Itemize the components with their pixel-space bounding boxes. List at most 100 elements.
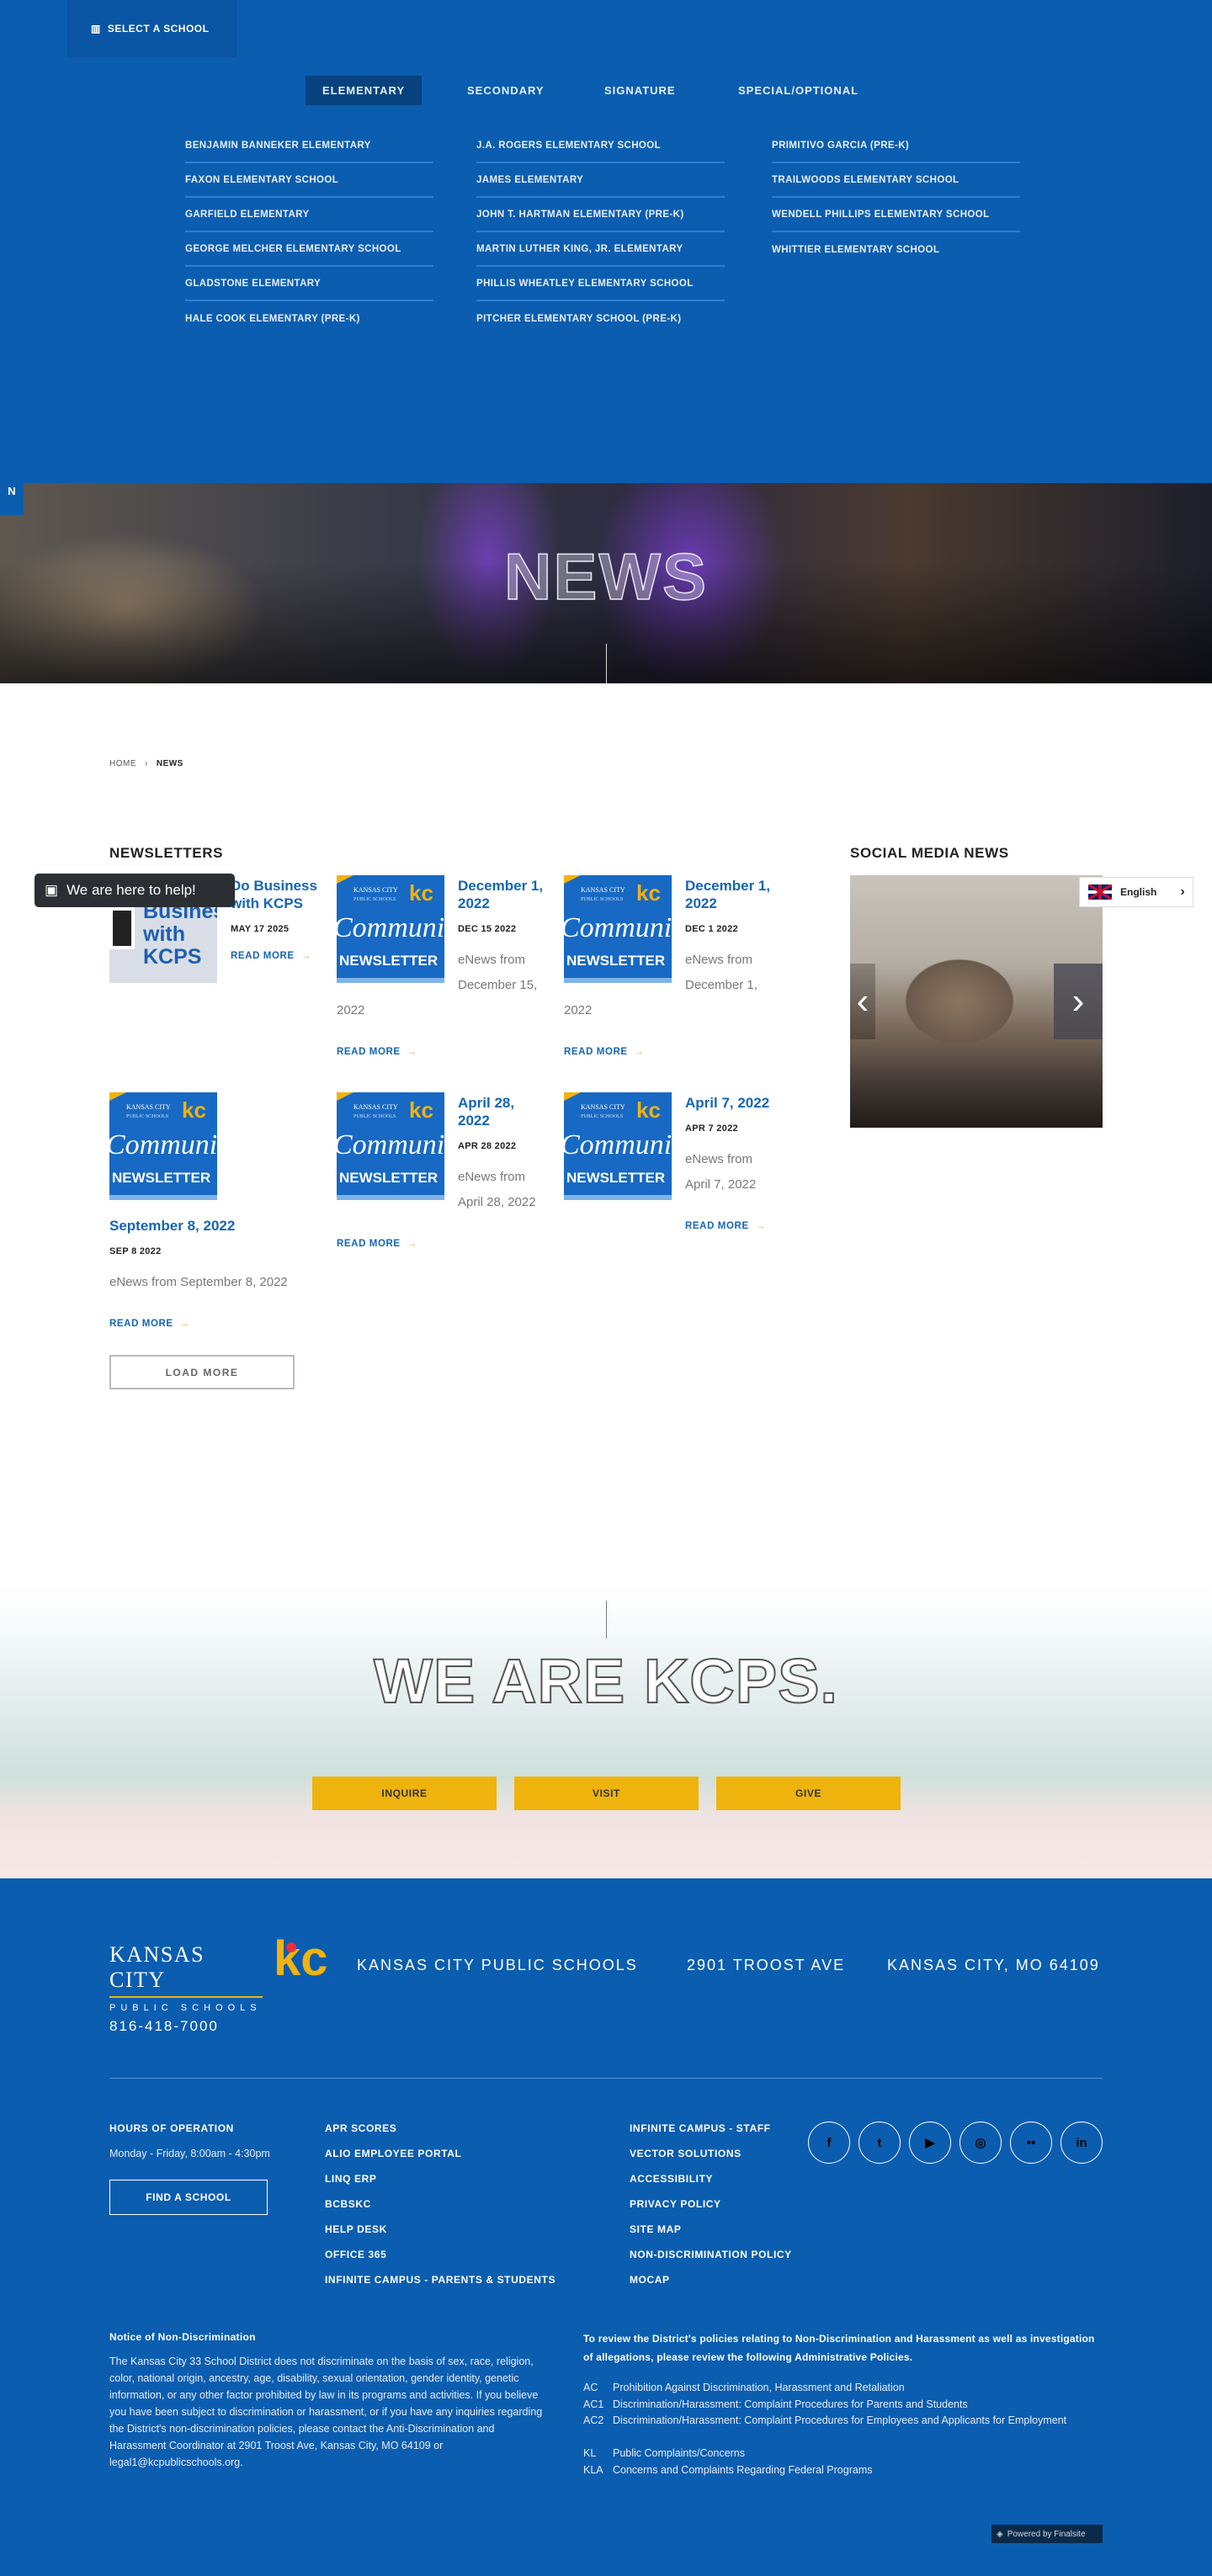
- newsletter-thumbnail[interactable]: KANSAS CITYPUBLIC SCHOOLSkcCommunityNEWS…: [337, 1092, 444, 1200]
- policy-item[interactable]: KL Public Complaints/Concerns: [583, 2446, 1105, 2462]
- footer-link[interactable]: INFINITE CAMPUS - PARENTS & STUDENTS: [325, 2274, 556, 2286]
- read-more-link[interactable]: READ MORE →: [109, 1319, 190, 1329]
- policy-item[interactable]: KLA Concerns and Complaints Regarding Fed…: [583, 2462, 1105, 2479]
- divider-line: [606, 644, 607, 683]
- breadcrumb: HOME › NEWS: [109, 759, 183, 768]
- newsletter-thumbnail[interactable]: KANSAS CITYPUBLIC SCHOOLSkcCommunityNEWS…: [564, 875, 672, 983]
- school-link[interactable]: BENJAMIN BANNEKER ELEMENTARY: [185, 129, 433, 163]
- tab-secondary[interactable]: SECONDARY: [450, 76, 561, 105]
- notice-text: The Kansas City 33 School District does …: [109, 2356, 543, 2468]
- policy-item[interactable]: AC2 Discrimination/Harassment: Complaint …: [583, 2413, 1105, 2430]
- youtube-icon[interactable]: ▶: [909, 2122, 951, 2164]
- tab-elementary[interactable]: ELEMENTARY: [306, 76, 423, 105]
- find-school-button[interactable]: FIND A SCHOOL: [109, 2180, 268, 2215]
- instagram-icon[interactable]: ◎: [960, 2122, 1002, 2164]
- footer-link[interactable]: INFINITE CAMPUS - STAFF: [630, 2122, 771, 2134]
- twitter-icon[interactable]: t: [858, 2122, 901, 2164]
- kcps-logo[interactable]: KANSAS CITY PUBLIC SCHOOLS kc: [109, 1927, 328, 2013]
- school-link[interactable]: GLADSTONE ELEMENTARY: [185, 267, 433, 301]
- read-more-link[interactable]: READ MORE →: [231, 951, 311, 961]
- arrow-right-icon: →: [634, 1047, 645, 1057]
- newsletter-thumbnail[interactable]: KANSAS CITYPUBLIC SCHOOLSkcCommunityNEWS…: [337, 875, 444, 983]
- footer-link[interactable]: NON-DISCRIMINATION POLICY: [630, 2249, 792, 2260]
- finalsite-icon: ◈: [997, 2529, 1003, 2539]
- newsletter-thumbnail[interactable]: KANSAS CITYPUBLIC SCHOOLSkcCommunityNEWS…: [109, 1092, 217, 1200]
- footer-link[interactable]: HELP DESK: [325, 2223, 387, 2235]
- arrow-right-icon: →: [407, 1239, 417, 1249]
- arrow-right-icon: →: [755, 1221, 766, 1231]
- footer-link[interactable]: LINQ ERP: [325, 2173, 376, 2185]
- side-tab[interactable]: N: [0, 483, 24, 515]
- footer-link[interactable]: SITE MAP: [630, 2223, 681, 2235]
- flickr-icon[interactable]: ••: [1010, 2122, 1052, 2164]
- breadcrumb-home[interactable]: HOME: [109, 759, 136, 768]
- we-are-kcps-title: WE ARE KCPS.: [373, 1645, 838, 1717]
- building-graphic-icon: [109, 907, 135, 949]
- building-icon: ▥: [91, 23, 101, 35]
- school-link[interactable]: FAXON ELEMENTARY SCHOOL: [185, 163, 433, 198]
- school-link[interactable]: WHITTIER ELEMENTARY SCHOOL: [772, 232, 1020, 267]
- school-link[interactable]: TRAILWOODS ELEMENTARY SCHOOL: [772, 163, 1020, 198]
- arrow-right-icon: →: [179, 1319, 190, 1329]
- school-link[interactable]: PRIMITIVO GARCIA (PRE-K): [772, 129, 1020, 163]
- arrow-right-icon: →: [407, 1047, 417, 1057]
- footer-link[interactable]: ALIO EMPLOYEE PORTAL: [325, 2148, 461, 2159]
- newsletter-date: SEP 8 2022: [109, 1246, 162, 1256]
- tab-signature[interactable]: SIGNATURE: [587, 76, 693, 105]
- footer-link[interactable]: BCBSKC: [325, 2198, 371, 2210]
- tab-special-optional[interactable]: SPECIAL/OPTIONAL: [721, 76, 875, 105]
- footer-divider: [109, 2078, 1103, 2079]
- footer-link[interactable]: ACCESSIBILITY: [630, 2173, 713, 2185]
- kc-mark-icon: kc: [274, 1931, 328, 1986]
- newsletter-title[interactable]: September 8, 2022: [109, 1205, 320, 1235]
- chat-icon: ▣: [45, 882, 59, 898]
- carousel-next-button[interactable]: ›: [1054, 964, 1103, 1039]
- divider-line: [606, 1601, 607, 1639]
- powered-by-badge[interactable]: ◈ Powered by Finalsite: [991, 2525, 1103, 2543]
- newsletter-card: KANSAS CITYPUBLIC SCHOOLSkcCommunityNEWS…: [337, 875, 547, 1059]
- read-more-link[interactable]: READ MORE →: [337, 1047, 417, 1057]
- school-link[interactable]: HALE COOK ELEMENTARY (PRE-K): [185, 301, 433, 336]
- policy-item[interactable]: AC Prohibition Against Discrimination, Ha…: [583, 2380, 1105, 2397]
- select-school-button[interactable]: ▥ SELECT A SCHOOL: [67, 0, 237, 57]
- footer-link[interactable]: VECTOR SOLUTIONS: [630, 2148, 742, 2159]
- inquire-button[interactable]: INQUIRE: [312, 1777, 497, 1810]
- read-more-link[interactable]: READ MORE →: [564, 1047, 645, 1057]
- newsletter-thumbnail[interactable]: KANSAS CITYPUBLIC SCHOOLSkcCommunityNEWS…: [564, 1092, 672, 1200]
- hours-text: Monday - Friday, 8:00am - 4:30pm: [109, 2148, 270, 2159]
- chat-widget[interactable]: ▣ We are here to help!: [35, 874, 235, 907]
- school-link[interactable]: WENDELL PHILLIPS ELEMENTARY SCHOOL: [772, 198, 1020, 232]
- chevron-right-icon: ›: [145, 759, 148, 768]
- read-more-link[interactable]: READ MORE →: [337, 1239, 417, 1249]
- footer-link[interactable]: PRIVACY POLICY: [630, 2198, 721, 2210]
- school-link[interactable]: JOHN T. HARTMAN ELEMENTARY (PRE-K): [476, 198, 725, 232]
- language-selector[interactable]: English ›: [1079, 877, 1193, 907]
- read-more-link[interactable]: READ MORE →: [685, 1221, 766, 1231]
- newsletter-card: KANSAS CITYPUBLIC SCHOOLSkcCommunityNEWS…: [337, 1092, 547, 1251]
- school-link[interactable]: GARFIELD ELEMENTARY: [185, 198, 433, 232]
- footer-link[interactable]: OFFICE 365: [325, 2249, 386, 2260]
- give-button[interactable]: GIVE: [716, 1777, 901, 1810]
- footer-address: 2901 TROOST AVE: [687, 1957, 846, 1973]
- school-link[interactable]: MARTIN LUTHER KING, JR. ELEMENTARY: [476, 232, 725, 267]
- newsletter-card: KANSAS CITYPUBLIC SCHOOLSkcCommunityNEWS…: [564, 1092, 774, 1233]
- facebook-icon[interactable]: f: [808, 2122, 850, 2164]
- footer-link[interactable]: MOCAP: [630, 2274, 670, 2286]
- policy-item[interactable]: AC1 Discrimination/Harassment: Complaint …: [583, 2397, 1105, 2414]
- breadcrumb-current: NEWS: [156, 759, 183, 768]
- linkedin-icon[interactable]: in: [1060, 2122, 1103, 2164]
- footer-link[interactable]: APR SCORES: [325, 2122, 396, 2134]
- visit-button[interactable]: VISIT: [514, 1777, 699, 1810]
- school-link[interactable]: PITCHER ELEMENTARY SCHOOL (PRE-K): [476, 301, 725, 336]
- page-title: NEWS: [503, 539, 708, 614]
- load-more-button[interactable]: LOAD MORE: [109, 1355, 295, 1389]
- footer-phone[interactable]: 816-418-7000: [109, 2018, 219, 2035]
- school-link[interactable]: J.A. ROGERS ELEMENTARY SCHOOL: [476, 129, 725, 163]
- school-link[interactable]: JAMES ELEMENTARY: [476, 163, 725, 198]
- carousel-prev-button[interactable]: ‹: [850, 964, 875, 1039]
- chevron-right-icon: ›: [1180, 884, 1185, 899]
- school-link[interactable]: PHILLIS WHEATLEY ELEMENTARY SCHOOL: [476, 267, 725, 301]
- policies-intro: To review the District's policies relati…: [583, 2333, 1095, 2363]
- school-link[interactable]: GEORGE MELCHER ELEMENTARY SCHOOL: [185, 232, 433, 267]
- newsletter-card: KANSAS CITYPUBLIC SCHOOLSkcCommunityNEWS…: [109, 1092, 320, 1330]
